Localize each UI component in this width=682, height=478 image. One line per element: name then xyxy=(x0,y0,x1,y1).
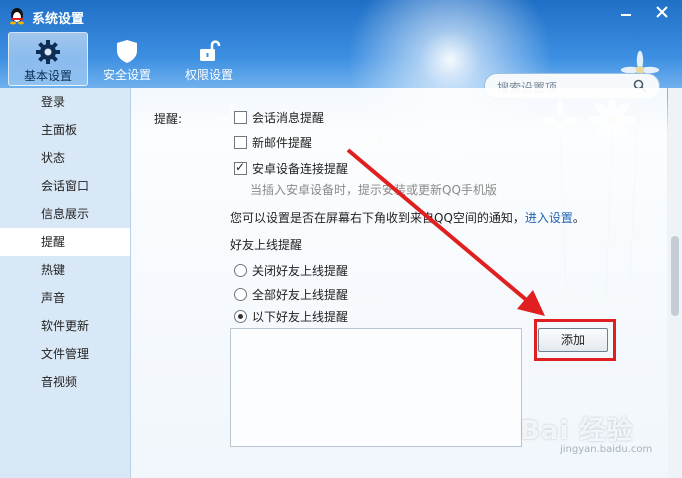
annotation-arrow xyxy=(346,148,545,316)
baidu-watermark-url: jingyan.baidu.com xyxy=(560,444,653,455)
baidu-watermark: Bai 经验 xyxy=(520,416,634,446)
settings-window: 系统设置 基本设置 安全设置 权限设置 登录 主面板 状态 会话窗口 信息展示 … xyxy=(0,0,682,478)
